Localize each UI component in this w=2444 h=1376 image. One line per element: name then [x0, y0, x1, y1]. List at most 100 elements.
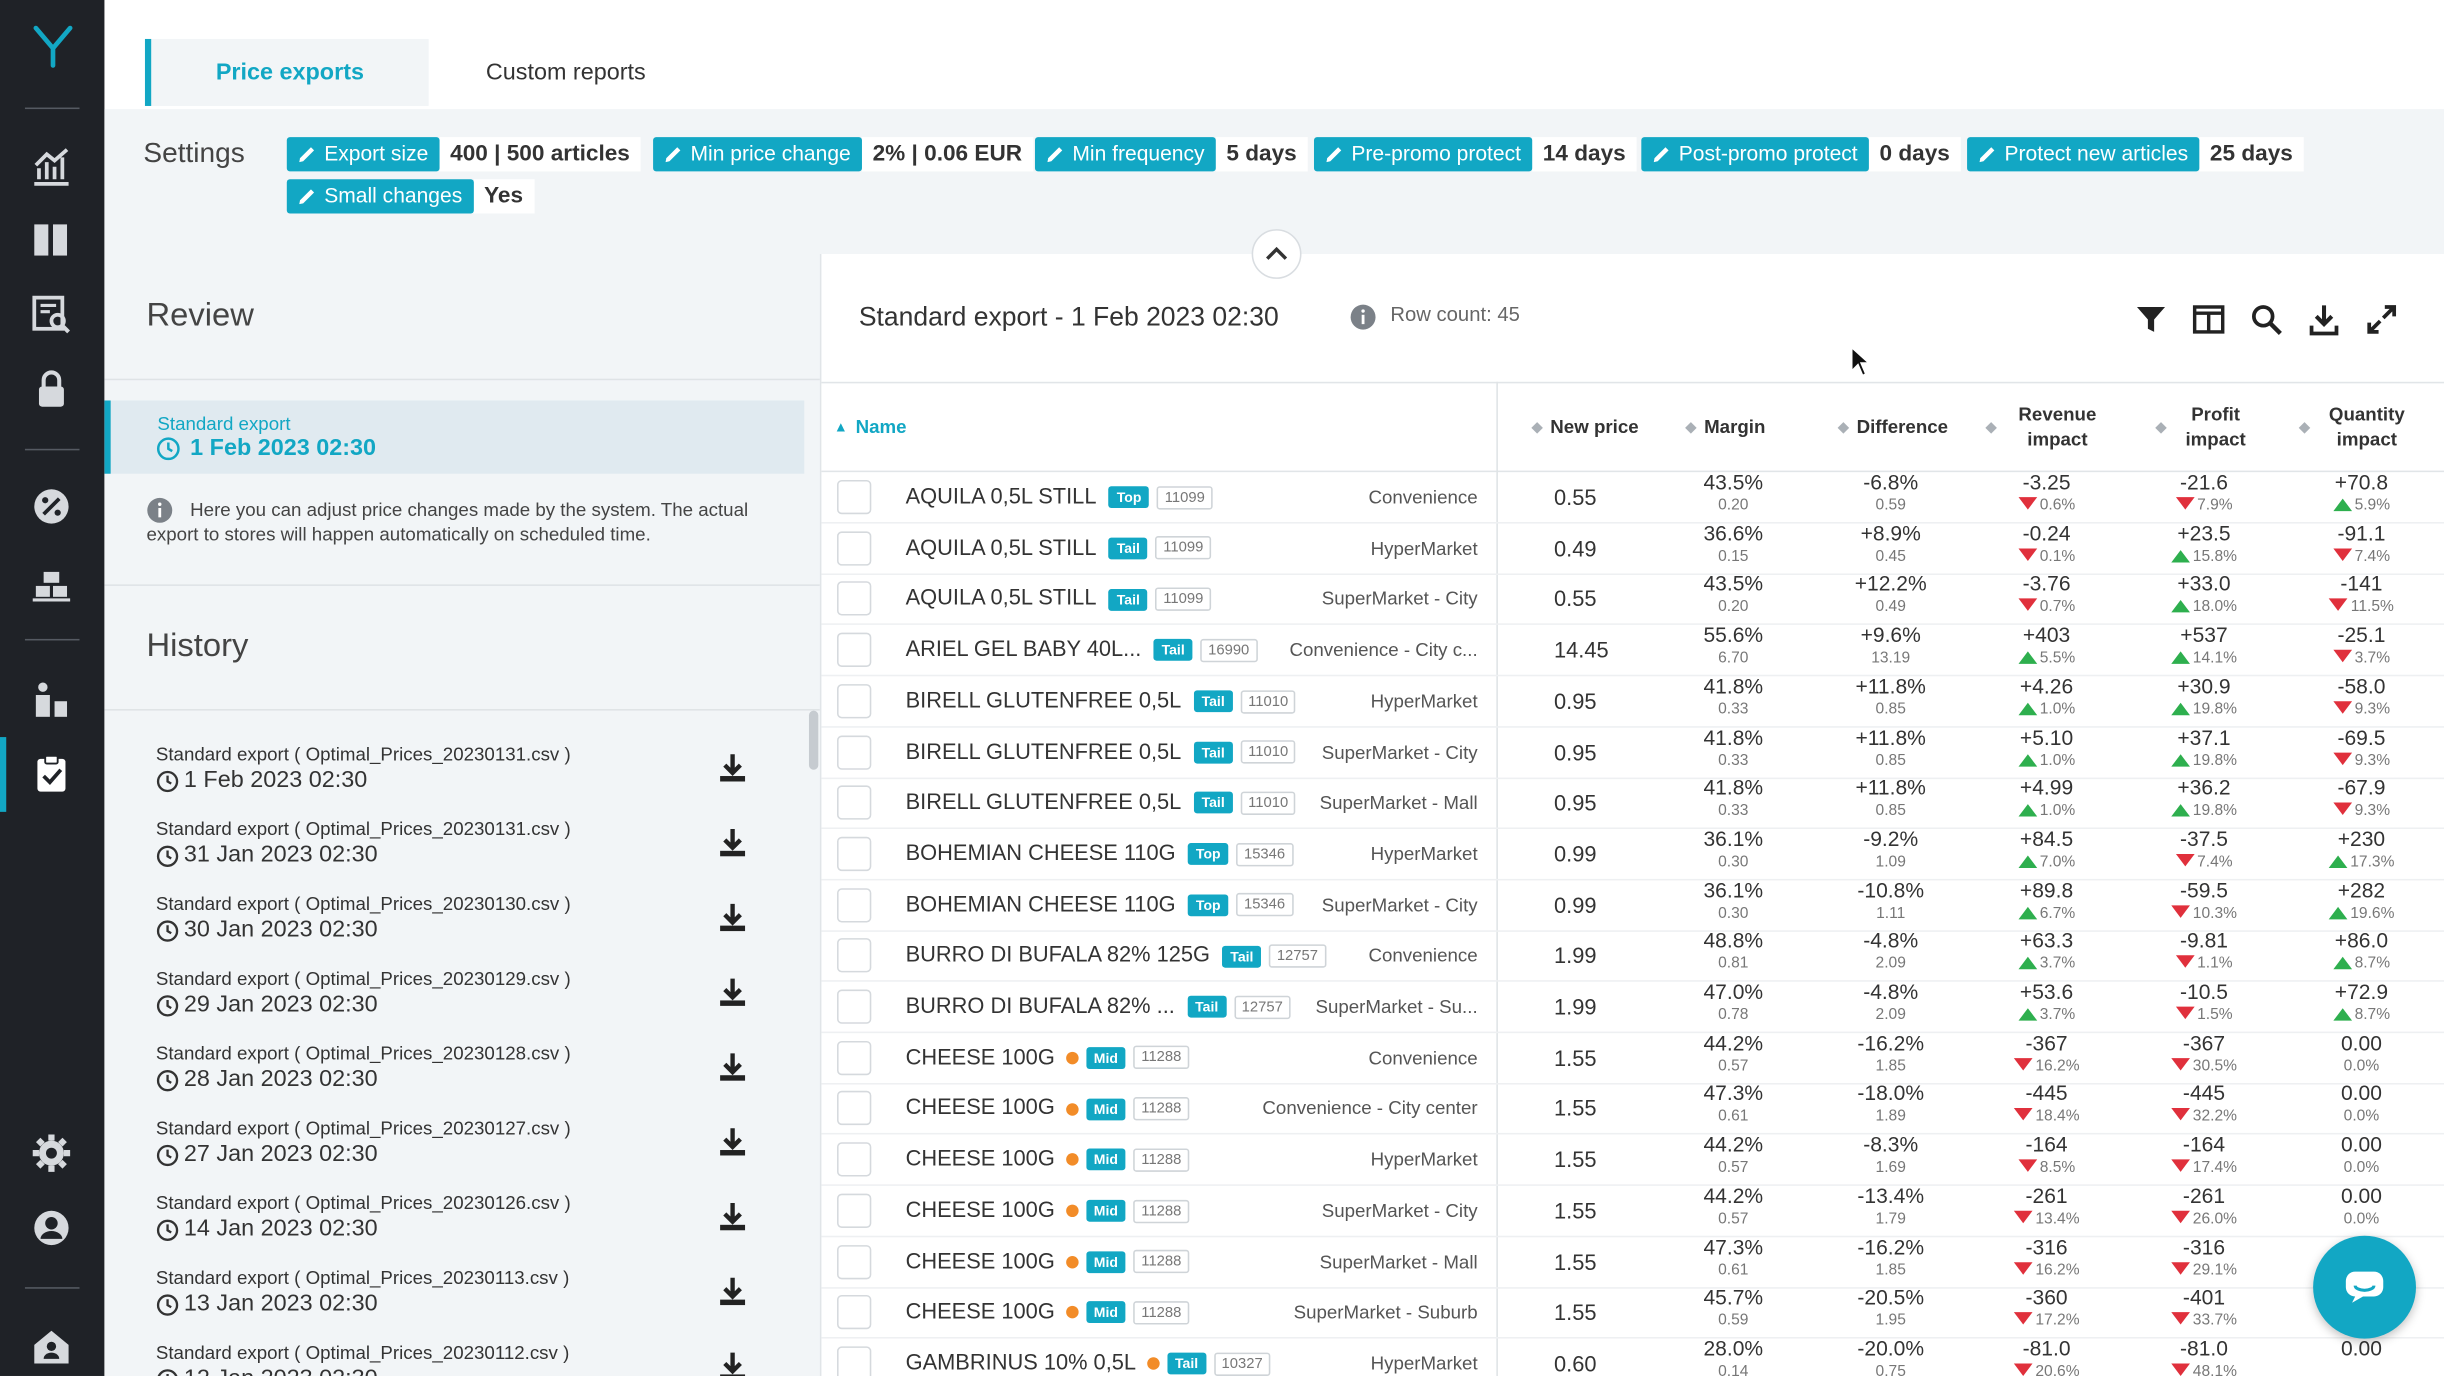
app-root: Price exports Custom reports Settings Ex…: [0, 0, 2444, 1376]
setting-edit-button[interactable]: Min frequency: [1034, 137, 1216, 172]
download-icon[interactable]: [717, 1351, 748, 1376]
new-price[interactable]: 14.45: [1554, 637, 1609, 662]
new-price[interactable]: 1.99: [1554, 994, 1596, 1019]
new-price[interactable]: 0.49: [1554, 536, 1596, 561]
new-price[interactable]: 0.99: [1554, 841, 1596, 866]
setting-chip[interactable]: Pre-promo protect 14 days: [1313, 137, 1637, 172]
home-user-icon[interactable]: [30, 1325, 74, 1369]
col-difference-header[interactable]: ◆ Difference: [1819, 383, 1967, 470]
setting-edit-button[interactable]: Export size: [286, 137, 440, 172]
setting-edit-button[interactable]: Small changes: [286, 179, 474, 214]
discount-icon[interactable]: [30, 485, 74, 529]
book-icon[interactable]: [30, 218, 74, 262]
new-price[interactable]: 1.55: [1554, 1300, 1596, 1325]
table-row[interactable]: BOHEMIAN CHEESE 110G Top 15346 SuperMarket …: [821, 878, 2444, 932]
download-icon[interactable]: [2307, 302, 2341, 336]
competitor-icon[interactable]: [30, 678, 74, 722]
new-price[interactable]: 1.55: [1554, 1045, 1596, 1070]
col-revenue-header[interactable]: ◆ Revenue impact: [1986, 383, 2111, 470]
history-item[interactable]: Standard export ( Optimal_Prices_2023011…: [156, 1267, 779, 1329]
history-item[interactable]: Standard export ( Optimal_Prices_2023012…: [156, 1043, 779, 1105]
settings-icon[interactable]: [30, 1131, 74, 1175]
col-name-header[interactable]: ▲ Name: [834, 383, 928, 470]
download-icon[interactable]: [717, 827, 748, 858]
download-icon[interactable]: [717, 1276, 748, 1307]
table-row[interactable]: BURRO DI BUFALA 82% 125G Tail 12757 Conveni…: [821, 929, 2444, 983]
history-scrollbar[interactable]: [808, 710, 819, 770]
filter-icon[interactable]: [2134, 302, 2168, 336]
download-icon[interactable]: [717, 902, 748, 933]
table-row[interactable]: AQUILA 0,5L STILL Tail 11099 SuperMarket - …: [821, 573, 2444, 626]
profit-pct: 18.0%: [2192, 598, 2238, 617]
table-row[interactable]: CHEESE 100G Mid 11288 SuperMarket - City 1.5…: [821, 1184, 2444, 1237]
table-row[interactable]: BOHEMIAN CHEESE 110G Top 15346 HyperMarket 0…: [821, 827, 2444, 881]
download-icon[interactable]: [717, 1127, 748, 1158]
new-price[interactable]: 1.55: [1554, 1147, 1596, 1172]
download-icon[interactable]: [717, 1201, 748, 1232]
report-search-icon[interactable]: [30, 293, 74, 337]
search-icon[interactable]: [2249, 302, 2283, 336]
history-item[interactable]: Standard export ( Optimal_Prices_2023012…: [156, 1192, 779, 1254]
history-item[interactable]: Standard export ( Optimal_Prices_2023012…: [156, 968, 779, 1030]
exports-clipboard-icon[interactable]: [30, 753, 74, 797]
setting-chip[interactable]: Post-promo protect 0 days: [1641, 137, 1961, 172]
new-price[interactable]: 0.55: [1554, 485, 1596, 510]
lock-icon[interactable]: [30, 368, 74, 412]
table-row[interactable]: BURRO DI BUFALA 82% ... Tail 12757 SuperMar…: [821, 980, 2444, 1034]
table-row[interactable]: AQUILA 0,5L STILL Tail 11099 HyperMarket 0.4…: [821, 522, 2444, 575]
current-export-card[interactable]: Standard export 1 Feb 2023 02:30: [104, 400, 805, 474]
col-margin-header[interactable]: ◆ Margin: [1671, 383, 1780, 470]
table-row[interactable]: BIRELL GLUTENFREE 0,5L Tail 11010 SuperMark…: [821, 725, 2444, 779]
new-price[interactable]: 0.60: [1554, 1351, 1596, 1376]
tab-price-exports[interactable]: Price exports: [144, 38, 429, 106]
new-price[interactable]: 1.55: [1554, 1198, 1596, 1223]
new-price[interactable]: 0.95: [1554, 688, 1596, 713]
table-row[interactable]: GAMBRINUS 10% 0,5L Tail 10327 HyperMarket 0.…: [821, 1337, 2444, 1376]
history-item[interactable]: Standard export ( Optimal_Prices_2023011…: [156, 1342, 779, 1376]
download-icon[interactable]: [717, 1052, 748, 1083]
history-item[interactable]: Standard export ( Optimal_Prices_2023013…: [156, 893, 779, 955]
history-item[interactable]: Standard export ( Optimal_Prices_2023012…: [156, 1117, 779, 1179]
col-profit-header[interactable]: ◆ Profit impact: [2156, 383, 2257, 470]
table-row[interactable]: CHEESE 100G Mid 11288 SuperMarket - Suburb 1…: [821, 1286, 2444, 1339]
new-price[interactable]: 0.99: [1554, 892, 1596, 917]
col-new-price-header[interactable]: ◆ New price: [1515, 383, 1655, 470]
table-row[interactable]: AQUILA 0,5L STILL Top 11099 Convenience 0.55…: [821, 471, 2444, 524]
new-price[interactable]: 1.55: [1554, 1096, 1596, 1121]
analytics-icon[interactable]: [30, 145, 74, 189]
history-item[interactable]: Standard export ( Optimal_Prices_2023013…: [156, 743, 779, 805]
download-icon[interactable]: [717, 977, 748, 1008]
setting-edit-button[interactable]: Min price change: [653, 137, 862, 172]
download-icon[interactable]: [717, 753, 748, 784]
warehouse-icon[interactable]: [30, 561, 74, 605]
setting-chip[interactable]: Min price change 2% | 0.06 EUR: [653, 137, 1034, 172]
setting-edit-button[interactable]: Post-promo protect: [1641, 137, 1869, 172]
chat-button[interactable]: [2313, 1235, 2416, 1339]
setting-chip[interactable]: Protect new articles 25 days: [1967, 137, 2304, 172]
table-row[interactable]: CHEESE 100G Mid 11288 Convenience 1.55 44.2% 0…: [821, 1031, 2444, 1085]
setting-chip[interactable]: Export size 400 | 500 articles: [286, 137, 641, 172]
setting-edit-button[interactable]: Protect new articles: [1967, 137, 2200, 172]
setting-chip[interactable]: Small changes Yes: [286, 179, 534, 214]
fullscreen-icon[interactable]: [2365, 302, 2399, 336]
new-price[interactable]: 1.55: [1554, 1249, 1596, 1274]
user-icon[interactable]: [30, 1206, 74, 1250]
collapse-settings-button[interactable]: [1251, 229, 1302, 279]
new-price[interactable]: 1.99: [1554, 943, 1596, 968]
col-quantity-header[interactable]: ◆ Quantity impact: [2299, 383, 2416, 470]
columns-icon[interactable]: [2192, 302, 2226, 336]
new-price[interactable]: 0.95: [1554, 739, 1596, 764]
history-item[interactable]: Standard export ( Optimal_Prices_2023013…: [156, 818, 779, 880]
tab-custom-reports[interactable]: Custom reports: [426, 39, 707, 106]
table-row[interactable]: CHEESE 100G Mid 11288 SuperMarket - Mall 1.5…: [821, 1235, 2444, 1288]
setting-edit-button[interactable]: Pre-promo protect: [1313, 137, 1532, 172]
table-row[interactable]: BIRELL GLUTENFREE 0,5L Tail 11010 HyperMark…: [821, 674, 2444, 728]
setting-chip[interactable]: Min frequency 5 days: [1034, 137, 1308, 172]
table-row[interactable]: ARIEL GEL BABY 40L... Tail 16990 Convenienc…: [821, 623, 2444, 677]
table-row[interactable]: BIRELL GLUTENFREE 0,5L Tail 11010 SuperMark…: [821, 776, 2444, 830]
new-price[interactable]: 0.55: [1554, 587, 1596, 612]
new-price[interactable]: 0.95: [1554, 790, 1596, 815]
table-row[interactable]: CHEESE 100G Mid 11288 Convenience - City ce…: [821, 1082, 2444, 1136]
logo-icon[interactable]: [28, 19, 78, 69]
table-row[interactable]: CHEESE 100G Mid 11288 HyperMarket 1.55 44.2% 0…: [821, 1133, 2444, 1187]
